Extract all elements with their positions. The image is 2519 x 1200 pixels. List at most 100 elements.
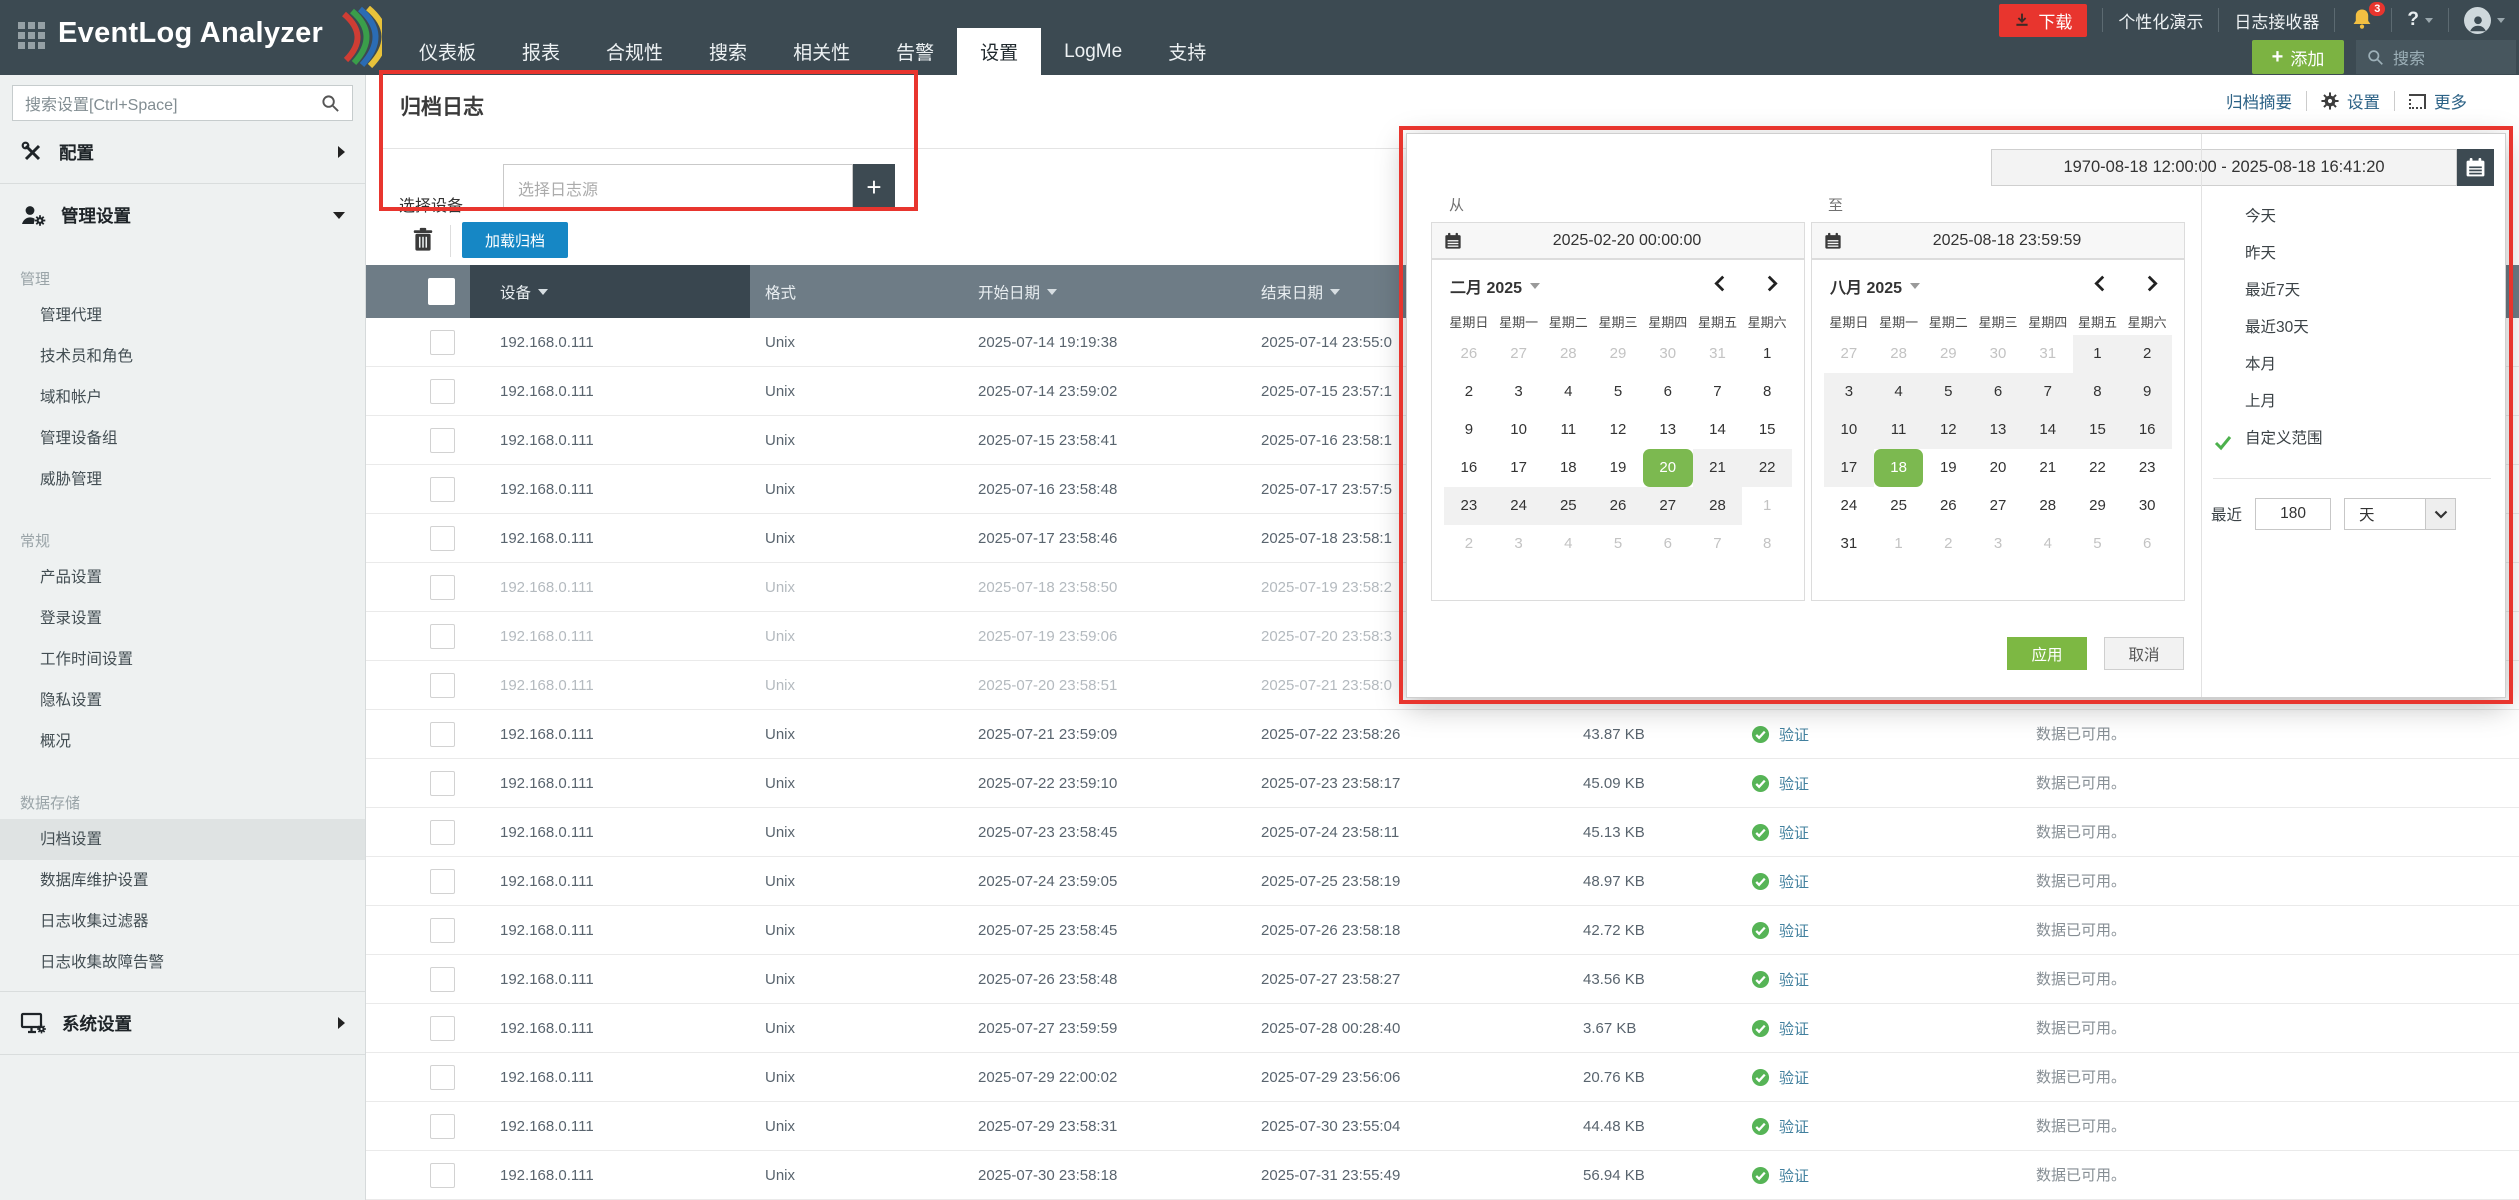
- personal-demo-link[interactable]: 个性化演示: [2118, 8, 2203, 33]
- day-cell-25[interactable]: 25: [1874, 487, 1924, 525]
- day-cell-26[interactable]: 26: [1923, 487, 1973, 525]
- day-cell-13[interactable]: 13: [1973, 411, 2023, 449]
- day-cell-9[interactable]: 9: [1444, 411, 1494, 449]
- sidebar-item-管理代理[interactable]: 管理代理: [0, 295, 365, 336]
- day-cell-29[interactable]: 29: [1593, 335, 1643, 373]
- day-cell-14[interactable]: 14: [1693, 411, 1743, 449]
- day-cell-28[interactable]: 28: [1543, 335, 1593, 373]
- day-cell-18[interactable]: 18: [1874, 449, 1924, 487]
- day-cell-4[interactable]: 4: [2023, 525, 2073, 563]
- day-cell-6[interactable]: 6: [1643, 373, 1693, 411]
- day-cell-11[interactable]: 11: [1543, 411, 1593, 449]
- day-cell-1[interactable]: 1: [1742, 335, 1792, 373]
- global-search-input[interactable]: 搜索: [2356, 40, 2516, 74]
- row-checkbox[interactable]: [430, 722, 455, 747]
- select-all-checkbox[interactable]: [428, 278, 455, 305]
- day-cell-17[interactable]: 17: [1494, 449, 1544, 487]
- sidebar-item-管理设备组[interactable]: 管理设备组: [0, 418, 365, 459]
- day-cell-31[interactable]: 31: [1693, 335, 1743, 373]
- day-cell-2[interactable]: 2: [1444, 373, 1494, 411]
- day-cell-21[interactable]: 21: [2023, 449, 2073, 487]
- cancel-button[interactable]: 取消: [2104, 637, 2184, 670]
- day-cell-27[interactable]: 27: [1494, 335, 1544, 373]
- day-cell-27[interactable]: 27: [1973, 487, 2023, 525]
- column-header-end-date[interactable]: 结束日期: [1261, 265, 1340, 318]
- column-header-start-date[interactable]: 开始日期: [978, 265, 1057, 318]
- day-cell-31[interactable]: 31: [2023, 335, 2073, 373]
- day-cell-2[interactable]: 2: [1444, 525, 1494, 563]
- date-range-input[interactable]: 1970-08-18 12:00:00 - 2025-08-18 16:41:2…: [1991, 149, 2457, 186]
- day-cell-7[interactable]: 7: [1693, 373, 1743, 411]
- day-cell-1[interactable]: 1: [2073, 335, 2123, 373]
- day-cell-1[interactable]: 1: [1874, 525, 1924, 563]
- add-device-button[interactable]: +: [853, 164, 895, 211]
- day-cell-15[interactable]: 15: [1742, 411, 1792, 449]
- day-cell-31[interactable]: 31: [1824, 525, 1874, 563]
- notifications-button[interactable]: 3: [2350, 7, 2376, 33]
- archive-settings-link[interactable]: 设置: [2321, 89, 2380, 113]
- verify-link[interactable]: 验证: [1779, 724, 1809, 745]
- day-cell-17[interactable]: 17: [1824, 449, 1874, 487]
- row-checkbox[interactable]: [430, 477, 455, 502]
- day-cell-7[interactable]: 7: [2023, 373, 2073, 411]
- sidebar-item-技术员和角色[interactable]: 技术员和角色: [0, 336, 365, 377]
- add-button[interactable]: + 添加: [2252, 40, 2344, 74]
- row-checkbox[interactable]: [430, 771, 455, 796]
- verify-link[interactable]: 验证: [1779, 1018, 1809, 1039]
- day-cell-4[interactable]: 4: [1874, 373, 1924, 411]
- sidebar-item-归档设置[interactable]: 归档设置: [0, 819, 365, 860]
- day-cell-3[interactable]: 3: [1494, 373, 1544, 411]
- day-cell-12[interactable]: 12: [1593, 411, 1643, 449]
- day-cell-14[interactable]: 14: [2023, 411, 2073, 449]
- sidebar-item-产品设置[interactable]: 产品设置: [0, 557, 365, 598]
- row-checkbox[interactable]: [430, 1016, 455, 1041]
- column-header-device[interactable]: 设备: [500, 265, 548, 318]
- day-cell-5[interactable]: 5: [1923, 373, 1973, 411]
- user-menu[interactable]: [2464, 7, 2505, 34]
- day-cell-23[interactable]: 23: [1444, 487, 1494, 525]
- verify-link[interactable]: 验证: [1779, 773, 1809, 794]
- day-cell-5[interactable]: 5: [1593, 373, 1643, 411]
- day-cell-1[interactable]: 1: [1742, 487, 1792, 525]
- day-cell-5[interactable]: 5: [2073, 525, 2123, 563]
- apps-grid-icon[interactable]: [18, 22, 48, 52]
- preset-最近7天[interactable]: 最近7天: [2213, 272, 2493, 309]
- tab-告警[interactable]: 告警: [873, 28, 957, 75]
- day-cell-28[interactable]: 28: [2023, 487, 2073, 525]
- day-cell-20[interactable]: 20: [1973, 449, 2023, 487]
- row-checkbox[interactable]: [430, 624, 455, 649]
- day-cell-26[interactable]: 26: [1593, 487, 1643, 525]
- apply-button[interactable]: 应用: [2007, 637, 2087, 670]
- row-checkbox[interactable]: [430, 1065, 455, 1090]
- day-cell-22[interactable]: 22: [1742, 449, 1792, 487]
- download-button[interactable]: 下载: [1999, 4, 2087, 37]
- day-cell-15[interactable]: 15: [2073, 411, 2123, 449]
- column-header-format[interactable]: 格式: [765, 265, 796, 318]
- verify-link[interactable]: 验证: [1779, 969, 1809, 990]
- preset-自定义范围[interactable]: 自定义范围: [2213, 420, 2493, 457]
- day-cell-2[interactable]: 2: [2122, 335, 2172, 373]
- day-cell-21[interactable]: 21: [1693, 449, 1743, 487]
- row-checkbox[interactable]: [430, 820, 455, 845]
- sidebar-item-隐私设置[interactable]: 隐私设置: [0, 680, 365, 721]
- day-cell-27[interactable]: 27: [1643, 487, 1693, 525]
- verify-link[interactable]: 验证: [1779, 1116, 1809, 1137]
- day-cell-8[interactable]: 8: [1742, 525, 1792, 563]
- prev-month-button[interactable]: [2094, 275, 2105, 297]
- month-select[interactable]: 二月 2025: [1450, 274, 1540, 298]
- day-cell-6[interactable]: 6: [1643, 525, 1693, 563]
- verify-link[interactable]: 验证: [1779, 822, 1809, 843]
- sidebar-group-admin-settings[interactable]: 管理设置: [0, 192, 365, 238]
- row-checkbox[interactable]: [430, 330, 455, 355]
- day-cell-4[interactable]: 4: [1543, 373, 1593, 411]
- sidebar-item-域和帐户[interactable]: 域和帐户: [0, 377, 365, 418]
- day-cell-27[interactable]: 27: [1824, 335, 1874, 373]
- tab-设置[interactable]: 设置: [957, 28, 1041, 75]
- day-cell-28[interactable]: 28: [1693, 487, 1743, 525]
- log-source-input[interactable]: 选择日志源: [503, 164, 853, 211]
- preset-今天[interactable]: 今天: [2213, 198, 2493, 235]
- tab-搜索[interactable]: 搜索: [686, 28, 770, 75]
- preset-昨天[interactable]: 昨天: [2213, 235, 2493, 272]
- verify-link[interactable]: 验证: [1779, 1067, 1809, 1088]
- last-n-input[interactable]: 180: [2255, 498, 2331, 530]
